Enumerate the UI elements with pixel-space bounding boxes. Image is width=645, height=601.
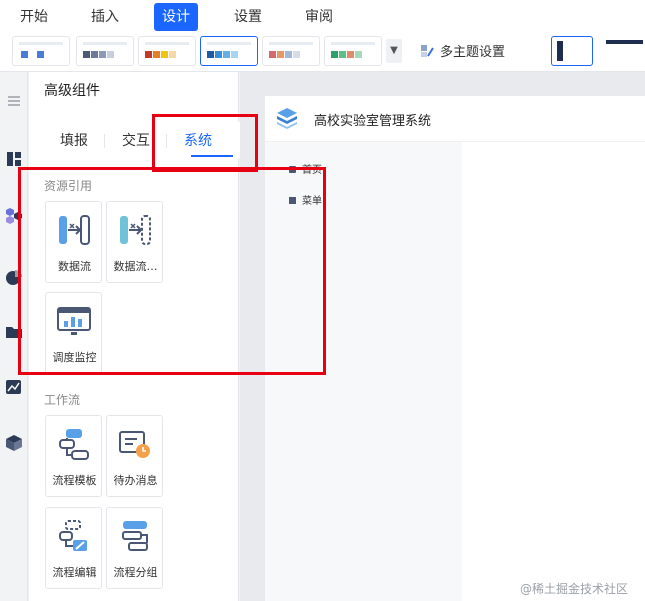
component-data-flow[interactable]: 数据流 [45,201,102,283]
menu-review[interactable]: 审阅 [297,3,341,31]
component-data-flow-alt[interactable]: 数据流… [106,201,163,283]
app-logo-icon [277,108,297,129]
component-flow-group[interactable]: 流程分组 [106,507,163,589]
menu-insert[interactable]: 插入 [83,3,127,31]
folder-icon[interactable] [5,322,23,340]
menu-design[interactable]: 设计 [154,3,198,31]
preview-sidebar [265,142,462,601]
theme-thumbnail-5[interactable] [262,36,320,66]
flow-edit-icon [59,520,87,551]
section-title-resource: 资源引用 [44,179,93,193]
theme-thumbnail-1[interactable] [12,36,70,66]
menu-doc-icon [289,197,296,204]
component-flow-edit[interactable]: 流程编辑 [45,507,102,589]
layout-top-nav-option[interactable] [604,36,645,66]
trend-chart-icon[interactable] [5,378,23,396]
multi-theme-settings-button[interactable]: 多主题设置 [420,41,505,60]
panel-title: 高级组件 [44,83,100,99]
preview-nav-menu[interactable]: 菜单 [289,192,322,207]
data-flow-alt-icon [120,215,151,245]
theme-thumbnail-3[interactable] [138,36,196,66]
home-icon [289,166,296,173]
chevron-down-icon: ▼ [390,45,398,56]
component-tabs: 填报 交互 系统 [44,122,240,158]
theme-ribbon: ▼ 多主题设置 [0,32,645,72]
theme-dropdown-button[interactable]: ▼ [386,39,402,63]
section-title-workflow: 工作流 [44,393,81,407]
menu-settings[interactable]: 设置 [226,3,270,31]
component-schedule-monitor[interactable]: 调度监控 [45,292,102,374]
component-todo-message[interactable]: 待办消息 [106,415,163,497]
preview-nav-home[interactable]: 首页 [289,161,322,176]
theme-thumbnail-2[interactable] [76,36,134,66]
tab-system[interactable]: 系统 [184,130,212,150]
schedule-monitor-icon [57,307,91,335]
theme-thumbnail-6[interactable] [324,36,382,66]
data-flow-icon [59,215,90,245]
cube-icon[interactable] [5,434,23,452]
chart-pie-icon[interactable] [5,268,23,286]
theme-settings-icon [420,44,434,58]
menu-start[interactable]: 开始 [12,3,56,31]
tab-interaction[interactable]: 交互 [122,130,150,150]
active-tab-indicator [191,155,233,157]
advanced-components-icon[interactable] [5,206,23,224]
theme-thumbnail-4[interactable] [200,36,258,66]
menu-bar: 开始 插入 设计 设置 审阅 [0,0,645,32]
preview-page-title: 高校实验室管理系统 [314,114,432,129]
component-flow-template[interactable]: 流程模板 [45,415,102,497]
menu-icon[interactable] [5,92,23,110]
layout-components-icon[interactable] [5,150,23,168]
todo-message-icon [119,431,150,458]
flow-group-icon [122,521,148,551]
flow-template-icon [59,429,89,460]
watermark: @稀土掘金技术社区 [520,582,629,596]
layout-left-nav-option[interactable] [551,36,593,66]
left-icon-rail [0,72,28,601]
advanced-components-panel: 高级组件 填报 交互 系统 资源引用 数据流 数据流… 调度监控 工作流 流程模… [29,72,240,601]
tab-fill[interactable]: 填报 [60,130,88,150]
